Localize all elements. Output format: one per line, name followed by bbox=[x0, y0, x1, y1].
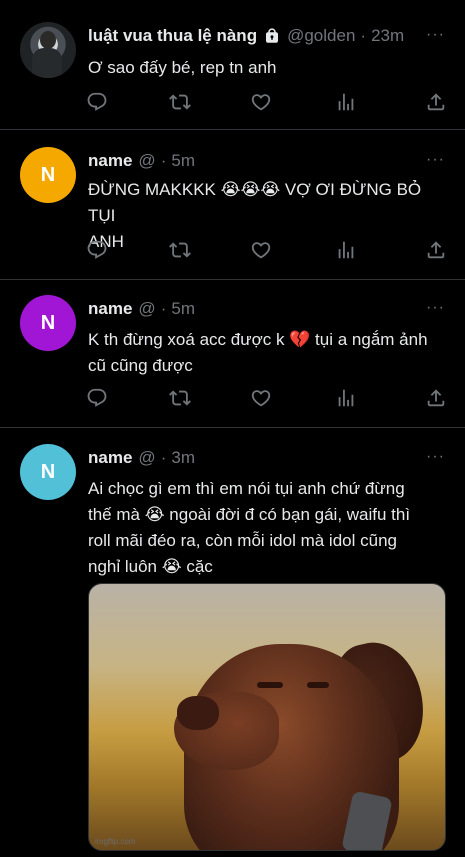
like-icon[interactable] bbox=[250, 239, 272, 261]
share-icon[interactable] bbox=[425, 387, 447, 409]
tweet-actions bbox=[86, 387, 448, 409]
avatar[interactable]: N bbox=[20, 147, 76, 203]
lock-icon bbox=[266, 28, 279, 43]
display-name[interactable]: luật vua thua lệ nàng bbox=[88, 26, 257, 46]
reply-icon[interactable] bbox=[86, 91, 108, 113]
tweet-header: name @ · 5m bbox=[88, 151, 195, 171]
tweet-header: name @ · 5m bbox=[88, 299, 195, 319]
share-icon[interactable] bbox=[425, 91, 447, 113]
views-icon[interactable] bbox=[335, 91, 357, 113]
avatar[interactable]: N bbox=[20, 295, 76, 351]
share-icon[interactable] bbox=[425, 239, 447, 261]
retweet-icon[interactable] bbox=[169, 91, 191, 113]
timestamp[interactable]: 23m bbox=[371, 26, 404, 46]
more-options-icon[interactable]: ··· bbox=[426, 299, 445, 317]
avatar[interactable] bbox=[20, 22, 76, 78]
display-name[interactable]: name bbox=[88, 151, 132, 171]
dog-eye bbox=[257, 682, 283, 688]
dog-nose bbox=[177, 696, 219, 730]
tweet-actions bbox=[86, 91, 448, 113]
tweet-text: Ai chọc gì em thì em nói tụi anh chứ đừn… bbox=[88, 479, 411, 576]
separator: · bbox=[160, 151, 167, 170]
avatar[interactable]: N bbox=[20, 444, 76, 500]
handle[interactable]: @ bbox=[138, 448, 155, 468]
views-icon[interactable] bbox=[335, 239, 357, 261]
separator: · bbox=[160, 448, 167, 467]
separator: · bbox=[360, 26, 367, 45]
tweet-3[interactable]: N name @ · 5m ··· K th đừng xoá acc được… bbox=[0, 280, 465, 428]
display-name[interactable]: name bbox=[88, 299, 132, 319]
like-icon[interactable] bbox=[250, 387, 272, 409]
handle[interactable]: @ bbox=[138, 151, 155, 171]
reply-icon[interactable] bbox=[86, 239, 108, 261]
timestamp[interactable]: 3m bbox=[171, 448, 195, 468]
timestamp[interactable]: 5m bbox=[171, 299, 195, 319]
media-watermark: imgflip.com bbox=[95, 837, 136, 846]
retweet-icon[interactable] bbox=[169, 387, 191, 409]
more-options-icon[interactable]: ··· bbox=[426, 26, 445, 44]
timestamp[interactable]: 5m bbox=[171, 151, 195, 171]
tweet-header: name @ · 3m bbox=[88, 448, 195, 468]
tweet-actions bbox=[86, 239, 448, 261]
reply-icon[interactable] bbox=[86, 387, 108, 409]
more-options-icon[interactable]: ··· bbox=[426, 151, 445, 169]
tweet-1[interactable]: luật vua thua lệ nàng @golden · 23m ··· … bbox=[0, 0, 465, 130]
tweet-text: Ơ sao đấy bé, rep tn anh bbox=[88, 58, 277, 77]
tweet-text: K th đừng xoá acc được k 💔 tụi a ngắm ản… bbox=[88, 330, 428, 375]
retweet-icon[interactable] bbox=[169, 239, 191, 261]
display-name[interactable]: name bbox=[88, 448, 132, 468]
separator: · bbox=[160, 299, 167, 318]
views-icon[interactable] bbox=[335, 387, 357, 409]
handle[interactable]: @ bbox=[138, 299, 155, 319]
dog-eye bbox=[307, 682, 329, 688]
tweet-2[interactable]: N name @ · 5m ··· ĐỪNG MAKKKK 😭😭😭 VỢ ƠI … bbox=[0, 130, 465, 280]
handle[interactable]: @golden bbox=[287, 26, 355, 46]
tweet-media-image[interactable]: imgflip.com bbox=[88, 583, 446, 851]
more-options-icon[interactable]: ··· bbox=[426, 448, 445, 466]
tweet-header: luật vua thua lệ nàng @golden · 23m bbox=[88, 26, 404, 46]
like-icon[interactable] bbox=[250, 91, 272, 113]
